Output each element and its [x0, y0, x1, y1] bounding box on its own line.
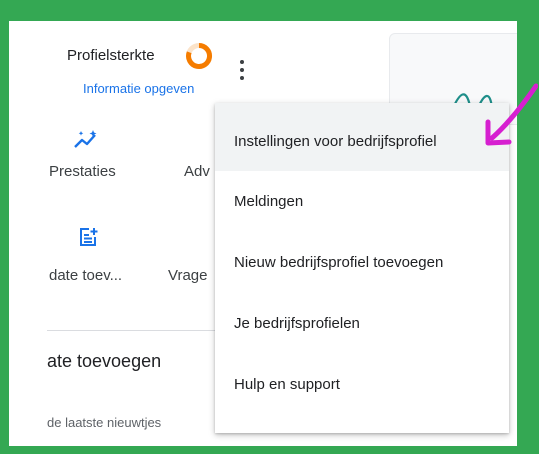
menu-item-hulp-support[interactable]: Hulp en support: [215, 354, 509, 415]
options-dropdown-menu: Instellingen voor bedrijfsprofiel Meldin…: [215, 103, 509, 433]
action-adv[interactable]: Adv: [184, 163, 210, 180]
post-add-icon[interactable]: [78, 227, 98, 247]
more-options-icon[interactable]: [236, 60, 248, 84]
action-vragen[interactable]: Vrage: [168, 267, 207, 284]
section-title: ate toevoegen: [47, 351, 162, 371]
right-border: [517, 0, 539, 454]
action-prestaties[interactable]: Prestaties: [49, 163, 116, 180]
menu-item-instellingen[interactable]: Instellingen voor bedrijfsprofiel: [215, 103, 509, 171]
info-link[interactable]: Informatie opgeven: [83, 81, 194, 96]
pointer-arrow-icon: [485, 83, 538, 146]
menu-item-je-profielen[interactable]: Je bedrijfsprofielen: [215, 293, 509, 354]
sparkle-chart-icon[interactable]: [73, 129, 99, 151]
menu-item-nieuw-profiel[interactable]: Nieuw bedrijfsprofiel toevoegen: [215, 232, 509, 293]
profile-strength-label: Profielsterkte: [67, 47, 155, 64]
action-update-toevoegen[interactable]: date toev...: [49, 267, 122, 284]
section-subtitle: de laatste nieuwtjes: [47, 415, 162, 430]
profile-strength-ring-icon: [186, 43, 213, 69]
app-frame: Profielsterkte Informatie opgeven Presta…: [9, 21, 530, 446]
menu-item-meldingen[interactable]: Meldingen: [215, 171, 509, 232]
